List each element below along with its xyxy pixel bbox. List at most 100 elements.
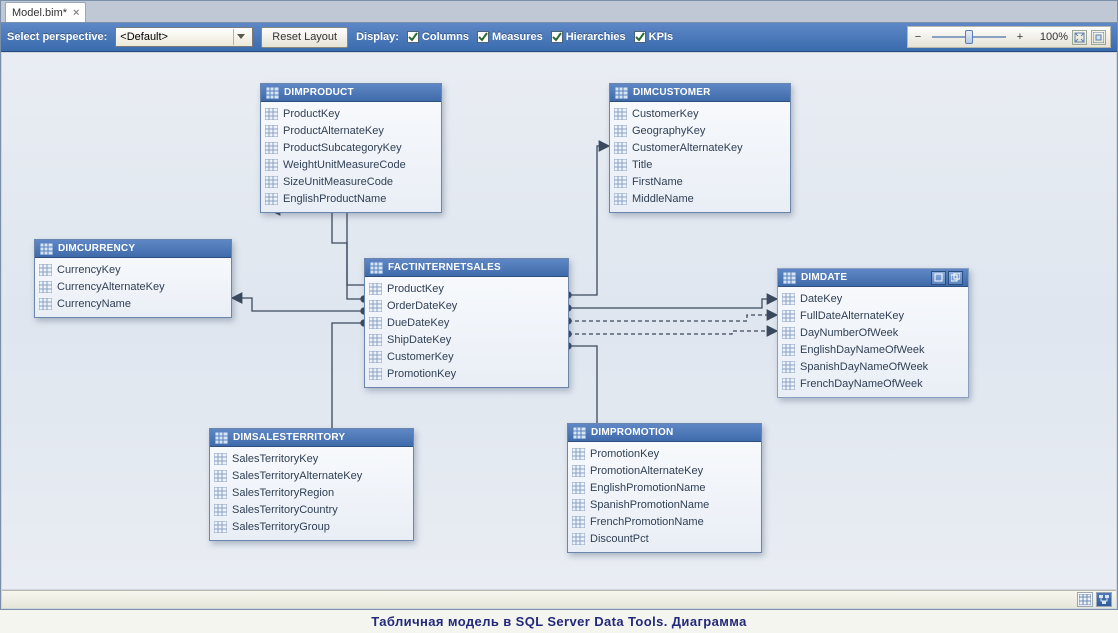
column-item[interactable]: PromotionKey [572, 445, 757, 462]
tab-model-bim[interactable]: Model.bim* × [5, 2, 86, 22]
column-name: CurrencyName [57, 298, 131, 310]
column-icon [369, 317, 382, 329]
column-name: GeographyKey [632, 125, 705, 137]
column-item[interactable]: CustomerAlternateKey [614, 139, 786, 156]
column-icon [214, 504, 227, 516]
column-item[interactable]: PromotionKey [369, 365, 564, 382]
table-dimcustomer[interactable]: DimCustomer CustomerKeyGeographyKeyCusto… [609, 83, 791, 213]
column-item[interactable]: SpanishPromotionName [572, 496, 757, 513]
table-dimproduct[interactable]: DimProduct ProductKeyProductAlternateKey… [260, 83, 442, 213]
column-item[interactable]: OrderDateKey [369, 297, 564, 314]
grid-view-icon[interactable] [1077, 592, 1093, 607]
display-label: Display: [356, 31, 399, 43]
restore-table-icon[interactable] [948, 271, 963, 285]
column-item[interactable]: CurrencyName [39, 295, 227, 312]
column-icon [369, 283, 382, 295]
toggle-measures[interactable]: Measures [477, 31, 543, 43]
toggle-hierarchies[interactable]: Hierarchies [551, 31, 626, 43]
table-icon [783, 272, 796, 284]
column-list: ProductKeyProductAlternateKey ProductSubc… [261, 102, 441, 212]
column-name: FrenchPromotionName [590, 516, 704, 528]
column-icon [614, 193, 627, 205]
column-list: SalesTerritoryKeySalesTerritoryAlternate… [210, 447, 413, 540]
table-dimsalesterritory[interactable]: DimSalesTerritory SalesTerritoryKeySales… [209, 428, 414, 541]
column-item[interactable]: SalesTerritoryKey [214, 450, 409, 467]
table-factinternetsales[interactable]: FactInternetSales ProductKeyOrderDateKey… [364, 258, 569, 388]
checkbox-checked-icon [407, 31, 419, 43]
column-name: SalesTerritoryGroup [232, 521, 330, 533]
column-item[interactable]: CurrencyAlternateKey [39, 278, 227, 295]
column-list: CurrencyKeyCurrencyAlternateKey CurrencyN… [35, 258, 231, 317]
column-icon [614, 142, 627, 154]
column-item[interactable]: SizeUnitMeasureCode [265, 173, 437, 190]
table-icon [266, 87, 279, 99]
column-name: MiddleName [632, 193, 694, 205]
diagram-canvas[interactable]: DimProduct ProductKeyProductAlternateKey… [2, 53, 1116, 589]
column-name: CustomerKey [632, 108, 699, 120]
column-item[interactable]: DueDateKey [369, 314, 564, 331]
column-icon [782, 378, 795, 390]
column-icon [265, 176, 278, 188]
tab-title: Model.bim* [12, 7, 67, 19]
column-item[interactable]: FrenchDayNameOfWeek [782, 375, 964, 392]
maximize-table-icon[interactable] [931, 271, 946, 285]
table-dimcurrency[interactable]: DimCurrency CurrencyKeyCurrencyAlternate… [34, 239, 232, 318]
toggle-columns[interactable]: Columns [407, 31, 469, 43]
table-dimdate[interactable]: DimDate DateKeyFullDateAlternateKeyDayNu… [777, 268, 969, 398]
fullscreen-icon[interactable] [1091, 30, 1106, 45]
column-item[interactable]: FrenchPromotionName [572, 513, 757, 530]
column-item[interactable]: FullDateAlternateKey [782, 307, 964, 324]
column-item[interactable]: SalesTerritoryAlternateKey [214, 467, 409, 484]
fit-to-screen-icon[interactable] [1072, 30, 1087, 45]
column-icon [572, 482, 585, 494]
table-icon [370, 262, 383, 274]
column-item[interactable]: FirstName [614, 173, 786, 190]
column-name: DayNumberOfWeek [800, 327, 898, 339]
column-item[interactable]: CustomerKey [369, 348, 564, 365]
column-item[interactable]: EnglishDayNameOfWeek [782, 341, 964, 358]
column-item[interactable]: SalesTerritoryRegion [214, 484, 409, 501]
column-name: ProductSubcategoryKey [283, 142, 402, 154]
reset-layout-button[interactable]: Reset Layout [261, 27, 348, 48]
column-item[interactable]: ProductKey [369, 280, 564, 297]
column-icon [572, 499, 585, 511]
table-icon [573, 427, 586, 439]
column-item[interactable]: PromotionAlternateKey [572, 462, 757, 479]
zoom-slider[interactable] [928, 30, 1010, 44]
column-icon [572, 465, 585, 477]
column-icon [572, 516, 585, 528]
checkbox-checked-icon [634, 31, 646, 43]
column-item[interactable]: CurrencyKey [39, 261, 227, 278]
column-item[interactable]: SalesTerritoryGroup [214, 518, 409, 535]
column-item[interactable]: SpanishDayNameOfWeek [782, 358, 964, 375]
column-icon [214, 453, 227, 465]
close-icon[interactable]: × [73, 7, 79, 19]
column-item[interactable]: SalesTerritoryCountry [214, 501, 409, 518]
table-icon [615, 87, 628, 99]
perspective-dropdown[interactable]: <Default> [115, 27, 253, 47]
column-icon [782, 361, 795, 373]
column-icon [39, 298, 52, 310]
column-item[interactable]: DateKey [782, 290, 964, 307]
column-item[interactable]: ShipDateKey [369, 331, 564, 348]
table-dimpromotion[interactable]: DimPromotion PromotionKeyPromotionAltern… [567, 423, 762, 553]
column-item[interactable]: MiddleName [614, 190, 786, 207]
column-item[interactable]: Title [614, 156, 786, 173]
column-item[interactable]: GeographyKey [614, 122, 786, 139]
column-item[interactable]: ProductAlternateKey [265, 122, 437, 139]
column-item[interactable]: WeightUnitMeasureCode [265, 156, 437, 173]
column-item[interactable]: CustomerKey [614, 105, 786, 122]
column-item[interactable]: ProductSubcategoryKey [265, 139, 437, 156]
toggle-kpis[interactable]: KPIs [634, 31, 673, 43]
column-icon [214, 521, 227, 533]
column-name: EnglishPromotionName [590, 482, 706, 494]
checkbox-checked-icon [477, 31, 489, 43]
column-item[interactable]: EnglishProductName [265, 190, 437, 207]
column-item[interactable]: ProductKey [265, 105, 437, 122]
diagram-view-icon[interactable] [1096, 592, 1112, 607]
column-item[interactable]: DiscountPct [572, 530, 757, 547]
zoom-in-button[interactable]: + [1014, 31, 1026, 43]
column-item[interactable]: DayNumberOfWeek [782, 324, 964, 341]
column-item[interactable]: EnglishPromotionName [572, 479, 757, 496]
zoom-out-button[interactable]: − [912, 31, 924, 43]
